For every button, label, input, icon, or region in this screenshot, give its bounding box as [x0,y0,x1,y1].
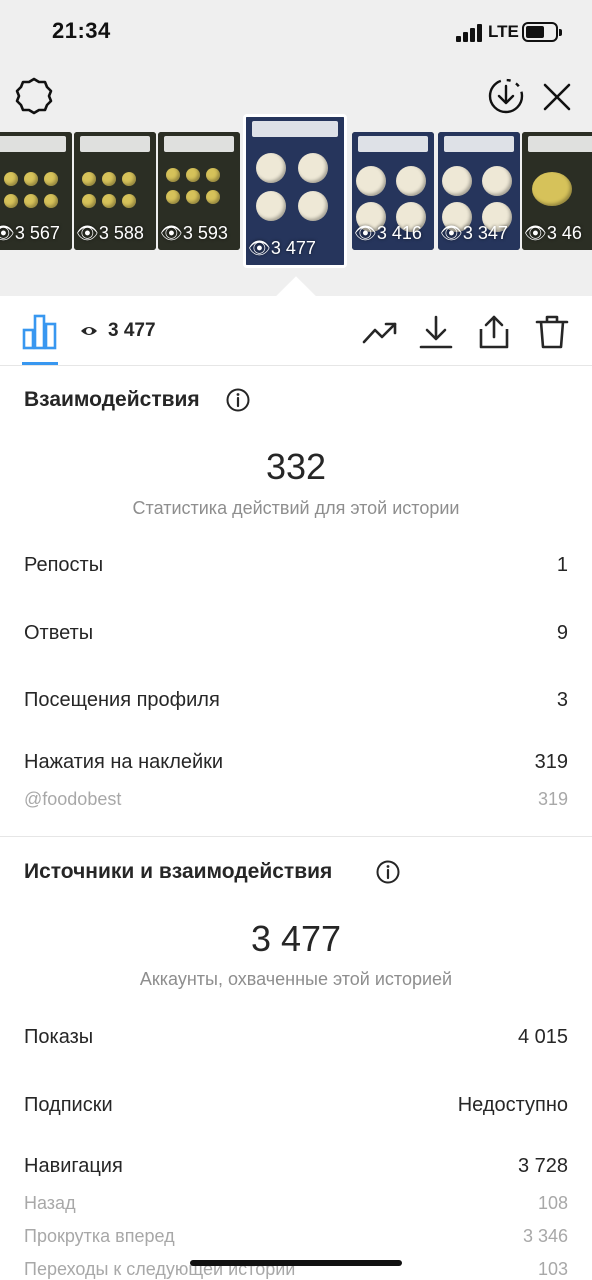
thumbnail-views: 👁3 347 [440,223,508,243]
story-thumbnail[interactable]: 👁3 347 [438,132,520,250]
story-preview-area: 21:34 LTE 👁3 567 👁3 588 👁3 593 👁3 477 👁3… [0,0,592,296]
thumbnail-views: 👁3 593 [160,223,228,243]
reposts-label: Репосты [24,554,104,576]
status-bar: 21:34 LTE [0,0,592,64]
thumbnail-views: 👁3 416 [354,223,422,243]
home-indicator[interactable] [190,1260,402,1266]
story-thumbnail[interactable]: 👁3 46 [522,132,592,250]
insights-toolbar: 3 477 [0,296,592,366]
delete-trash-icon[interactable] [534,314,570,350]
thumbnail-views: 👁3 567 [0,223,60,243]
profile-visits-value: 3 [556,689,568,711]
impressions-value: 4 015 [517,1026,568,1048]
nav-next-story-value: 103 [537,1259,568,1279]
navigation-label: Навигация [24,1155,123,1177]
story-thumbnail[interactable]: 👁3 593 [158,132,240,250]
active-tab-indicator [22,362,58,365]
signal-icon [456,24,484,42]
thumbnail-views: 👁3 46 [524,223,582,243]
nav-back-label: Назад [24,1193,76,1213]
close-icon[interactable] [538,78,576,116]
discovery-title: Источники и взаимодействия [24,860,333,883]
reposts-value: 1 [556,554,568,576]
section-divider [0,836,592,837]
nav-forward-label: Прокрутка вперед [24,1226,175,1246]
discovery-info-icon[interactable] [376,860,400,884]
replies-label: Ответы [24,622,94,644]
reach-total: 3 477 [250,918,342,959]
interactions-total: 332 [265,446,327,487]
save-download-icon[interactable] [486,76,526,116]
trending-promote-icon[interactable] [362,314,398,350]
eye-icon [80,324,98,338]
story-thumbnail[interactable]: 👁3 416 [352,132,434,250]
replies-value: 9 [556,622,568,644]
sticker-taps-value: 319 [534,751,568,773]
story-thumbnails-strip: 👁3 567 👁3 588 👁3 593 👁3 477 👁3 416 👁3 34… [0,114,592,270]
sticker-mention-value: 319 [537,789,568,809]
battery-icon [522,22,562,42]
interactions-info-icon[interactable] [226,388,250,412]
profile-visits-label: Посещения профиля [24,689,220,711]
impressions-label: Показы [24,1026,94,1048]
story-thumbnail[interactable]: 👁3 588 [74,132,156,250]
interactions-title: Взаимодействия [24,388,200,411]
network-type: LTE [488,22,519,41]
nav-back-value: 108 [537,1193,568,1213]
nav-forward-value: 3 346 [522,1226,568,1246]
download-icon[interactable] [418,314,454,350]
story-thumbnail[interactable]: 👁3 567 [0,132,72,250]
interactions-subtitle: Статистика действий для этой истории [132,498,460,518]
settings-gear-icon[interactable] [14,76,54,116]
sticker-taps-label: Нажатия на наклейки [24,751,224,773]
reach-subtitle: Аккаунты, охваченные этой историей [139,969,453,989]
thumbnail-views: 👁3 477 [248,238,316,258]
follows-value: Недоступно [457,1094,568,1116]
share-icon[interactable] [476,314,512,350]
navigation-value: 3 728 [517,1155,568,1177]
viewers-count[interactable]: 3 477 [108,320,156,342]
insights-bar-chart-icon[interactable] [22,312,58,350]
story-thumbnail-selected[interactable]: 👁3 477 [243,114,347,268]
sticker-mention-label[interactable]: @foodobest [24,789,121,810]
status-time: 21:34 [52,18,111,43]
thumbnail-views: 👁3 588 [76,223,144,243]
follows-label: Подписки [24,1094,113,1116]
